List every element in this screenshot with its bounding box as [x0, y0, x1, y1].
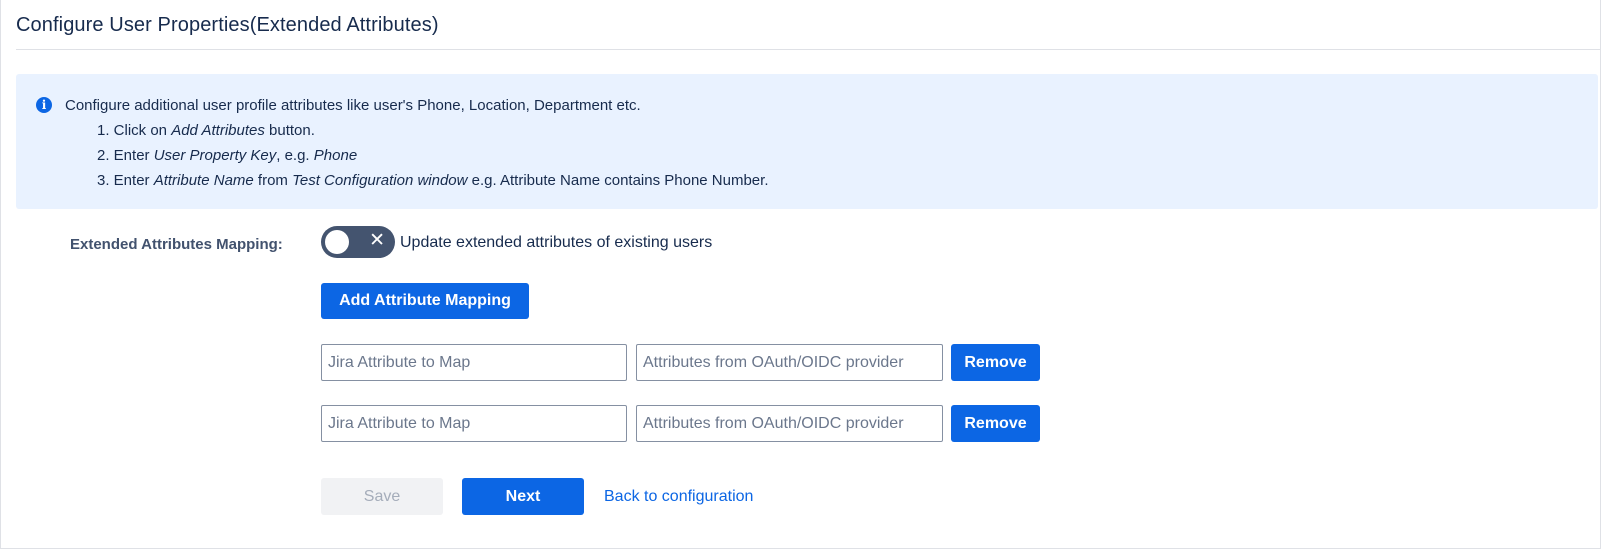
remove-mapping-button[interactable]: Remove: [951, 344, 1040, 381]
back-to-configuration-link[interactable]: Back to configuration: [604, 488, 753, 506]
info-step-3: 3. Enter Attribute Name from Test Config…: [97, 172, 769, 189]
info-intro: Configure additional user profile attrib…: [65, 97, 641, 114]
close-icon: ✕: [369, 230, 385, 251]
toggle-label: Update extended attributes of existing u…: [400, 234, 713, 251]
add-attribute-mapping-button[interactable]: Add Attribute Mapping: [321, 283, 529, 319]
update-existing-users-toggle[interactable]: ✕: [321, 226, 395, 258]
info-step-2-emphasis-1: User Property Key: [153, 147, 277, 164]
info-step-1-prefix: 1. Click on: [97, 122, 172, 139]
info-step-1-emphasis: Add Attributes: [171, 122, 265, 139]
jira-attribute-input[interactable]: [321, 405, 627, 442]
info-step-3-emphasis-1: Attribute Name: [153, 172, 254, 189]
info-step-1-suffix: button.: [264, 122, 315, 139]
info-step-3-suffix: e.g. Attribute Name contains Phone Numbe…: [467, 172, 769, 189]
info-step-3-middle: from: [253, 172, 293, 189]
oauth-attribute-input[interactable]: [636, 344, 943, 381]
info-step-2: 2. Enter User Property Key, e.g. Phone: [97, 147, 357, 164]
info-icon: i: [36, 97, 52, 113]
save-button[interactable]: Save: [321, 478, 443, 515]
extended-attributes-mapping-label: Extended Attributes Mapping:: [70, 236, 283, 253]
jira-attribute-input[interactable]: [321, 344, 627, 381]
info-step-1: 1. Click on Add Attributes button.: [97, 122, 315, 139]
info-step-2-emphasis-2: Phone: [313, 147, 358, 164]
title-divider: [16, 49, 1600, 50]
remove-mapping-button[interactable]: Remove: [951, 405, 1040, 442]
info-step-3-prefix: 3. Enter: [97, 172, 154, 189]
info-step-2-prefix: 2. Enter: [97, 147, 154, 164]
info-step-2-middle: , e.g.: [276, 147, 314, 164]
oauth-attribute-input[interactable]: [636, 405, 943, 442]
info-step-3-emphasis-2: Test Configuration window: [292, 172, 468, 189]
page-title: Configure User Properties(Extended Attri…: [16, 14, 439, 36]
toggle-knob: [325, 230, 349, 254]
next-button[interactable]: Next: [462, 478, 584, 515]
